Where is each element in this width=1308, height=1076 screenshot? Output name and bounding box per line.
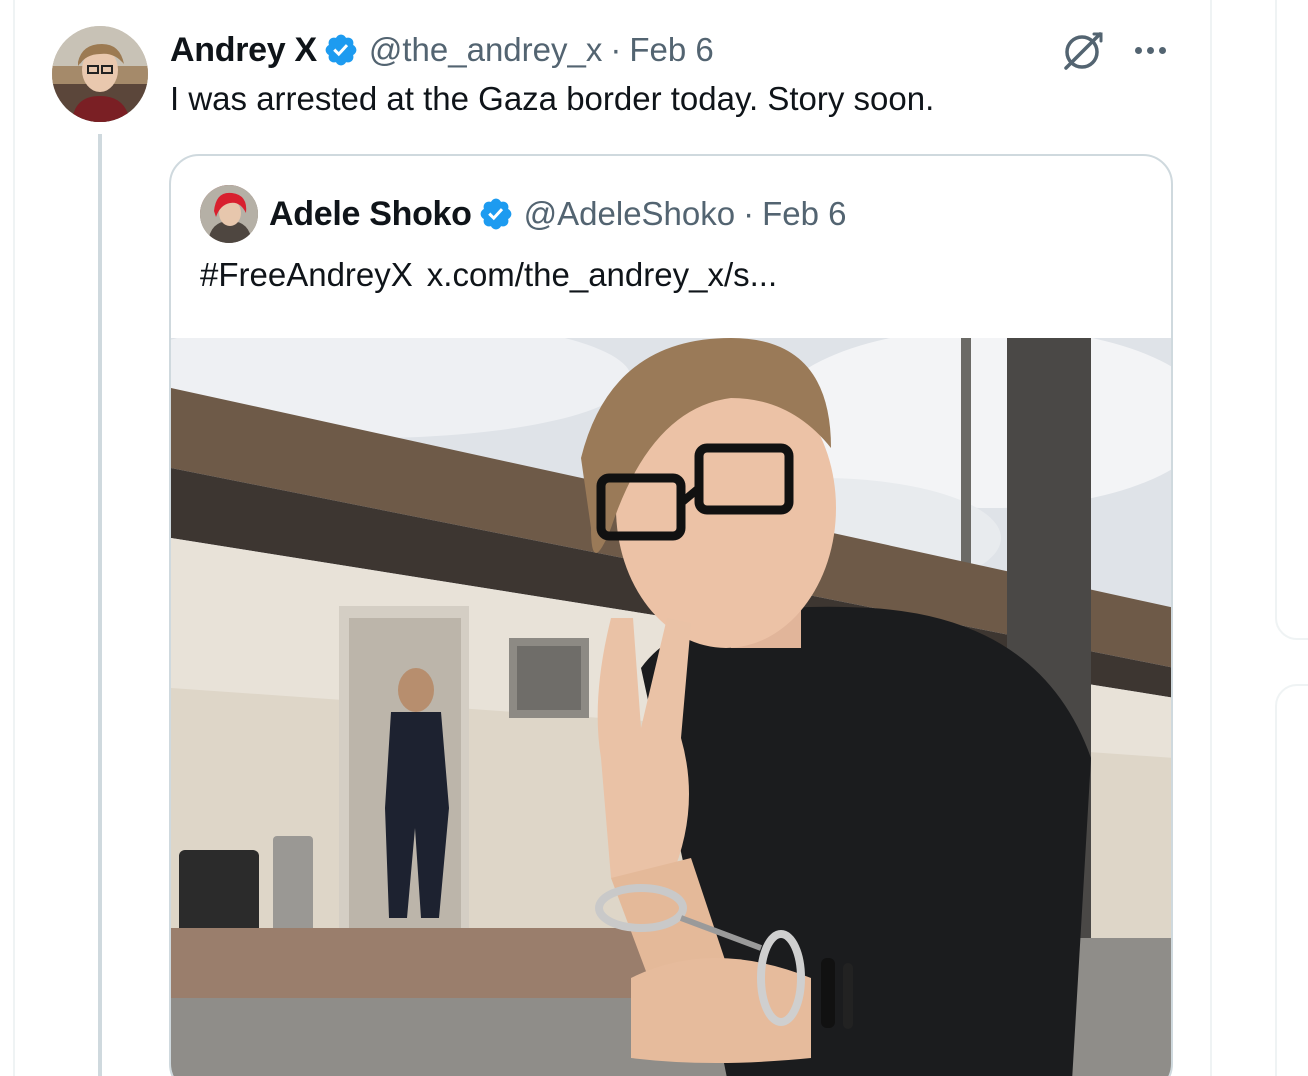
quoted-tweet[interactable]: Adele Shoko @AdeleShoko · Feb 6 #FreeAnd… xyxy=(169,154,1173,1076)
author-handle[interactable]: @the_andrey_x xyxy=(369,31,602,69)
quoted-tweet-date[interactable]: Feb 6 xyxy=(762,195,846,233)
verified-badge-icon[interactable] xyxy=(478,196,514,232)
author-avatar[interactable] xyxy=(52,26,148,122)
column-border-right xyxy=(1210,0,1212,1076)
column-border-left xyxy=(13,0,15,1076)
timeline-page: Andrey X @the_andrey_x · Feb 6 I was arr… xyxy=(0,0,1308,1076)
quoted-tweet-photo[interactable] xyxy=(171,338,1171,1076)
quoted-author-handle[interactable]: @AdeleShoko xyxy=(524,195,735,233)
sidebar-card xyxy=(1275,684,1308,1076)
author-name[interactable]: Andrey X xyxy=(170,31,317,70)
url-link[interactable]: x.com/the_andrey_x/s... xyxy=(427,256,777,293)
hashtag-link[interactable]: #FreeAndreyX xyxy=(200,256,413,293)
quoted-tweet-text: #FreeAndreyX x.com/the_andrey_x/s... xyxy=(200,256,777,294)
separator: · xyxy=(743,195,755,232)
more-options-icon[interactable] xyxy=(1128,30,1172,70)
separator: · xyxy=(610,31,622,68)
tweet-date[interactable]: Feb 6 xyxy=(629,31,713,69)
quoted-tweet-header: Adele Shoko @AdeleShoko · Feb 6 xyxy=(269,192,847,236)
sidebar-card xyxy=(1275,0,1308,640)
tweet-text: I was arrested at the Gaza border today.… xyxy=(170,80,935,117)
grok-icon[interactable] xyxy=(1060,28,1106,74)
quoted-author-avatar[interactable] xyxy=(200,185,258,243)
verified-badge-icon[interactable] xyxy=(323,32,359,68)
tweet-header: Andrey X @the_andrey_x · Feb 6 xyxy=(170,28,714,72)
quoted-author-name[interactable]: Adele Shoko xyxy=(269,195,472,234)
thread-line xyxy=(98,134,102,1076)
